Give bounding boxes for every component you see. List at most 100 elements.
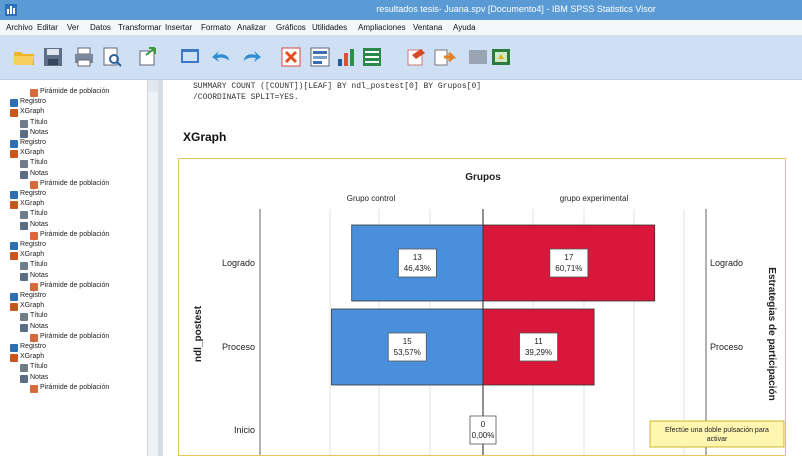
notes-icon — [20, 129, 28, 138]
menu-editar[interactable]: Editar — [37, 23, 58, 32]
notes-icon — [20, 272, 28, 281]
panel-label-experimental: grupo experimental — [560, 194, 629, 203]
open-icon[interactable] — [12, 45, 36, 69]
log-icon — [10, 344, 18, 352]
category-label-right: Logrado — [710, 258, 743, 268]
tree-item-label: Notas — [30, 322, 49, 330]
chart-icon — [30, 333, 38, 342]
data-label-count: 13 — [413, 253, 422, 262]
panel-label-control: Grupo control — [347, 194, 396, 203]
output-heading: XGraph — [183, 130, 227, 144]
log-icon — [10, 191, 18, 199]
menu-ventana[interactable]: Ventana — [413, 23, 442, 32]
tree-item-label: Notas — [30, 220, 49, 228]
notes-icon — [20, 323, 28, 332]
data-label-count: 0 — [481, 420, 486, 429]
tree-item-label: Título — [30, 363, 48, 371]
goto-data-icon[interactable] — [279, 45, 303, 69]
chart-icon — [30, 282, 38, 291]
tree-item-label: XGraph — [20, 200, 45, 208]
tree-item-label: XGraph — [20, 149, 45, 157]
promote-icon[interactable] — [466, 45, 490, 69]
recall-dialog-icon[interactable] — [178, 45, 202, 69]
tree-item-label: Registro — [20, 139, 47, 146]
goto-case-icon[interactable] — [308, 45, 332, 69]
graph-node-icon — [10, 109, 18, 118]
title-icon — [20, 119, 28, 128]
undo-icon[interactable] — [209, 45, 233, 69]
menu-ver[interactable]: Ver — [67, 23, 79, 32]
data-label-count: 11 — [534, 337, 543, 346]
save-icon[interactable] — [41, 45, 65, 69]
menu-ampliaciones[interactable]: Ampliaciones — [358, 23, 406, 32]
data-label-percent: 60,71% — [555, 264, 582, 273]
tree-item-label: Pirámide de población — [40, 383, 110, 391]
log-icon — [10, 140, 18, 148]
redo-icon[interactable] — [240, 45, 264, 69]
data-label-percent: 0,00% — [472, 431, 495, 440]
insert-output-icon[interactable] — [404, 45, 428, 69]
outline-pane: Pirámide de población Registro XGraph Títul… — [0, 80, 158, 456]
tree-item-label: Pirámide de población — [40, 179, 110, 187]
title-icon — [20, 211, 28, 220]
variables-icon[interactable] — [334, 45, 358, 69]
title-bar: resultados tesis- Juana.spv [Documento4]… — [0, 0, 802, 20]
data-label-percent: 53,57% — [394, 348, 421, 357]
menu-transformar[interactable]: Transformar — [118, 23, 161, 32]
y2-axis-title: Estrategias de participación — [766, 267, 777, 400]
notes-icon — [20, 221, 28, 230]
tree-item-label: Título — [30, 159, 48, 167]
data-label-count: 15 — [403, 337, 412, 346]
category-label-right: Proceso — [710, 342, 743, 352]
syntax-line: SUMMARY COUNT ([COUNT])[LEAF] BY ndl_pos… — [193, 82, 482, 91]
title-icon — [20, 313, 28, 322]
graph-node-icon — [10, 303, 18, 312]
designate-window-icon[interactable] — [489, 45, 513, 69]
menu-bar: Archivo Editar Ver Datos Transformar Ins… — [0, 20, 802, 36]
title-icon — [20, 160, 28, 169]
show-hide-icon[interactable] — [432, 45, 456, 69]
menu-formato[interactable]: Formato — [201, 23, 231, 32]
syntax-block: SUMMARY COUNT ([COUNT])[LEAF] BY ndl_pos… — [193, 81, 481, 103]
chart-container[interactable]: Grupos Grupo control grupo experimental ndl… — [178, 158, 786, 456]
tree-item-label: Título — [30, 118, 48, 126]
chart-icon — [30, 180, 38, 189]
outline-scrollbar[interactable] — [147, 80, 158, 456]
scroll-up-arrow[interactable] — [148, 80, 158, 92]
menu-graficos[interactable]: Gráficos — [276, 23, 306, 32]
chart-icon — [30, 89, 38, 97]
tree-item-label: XGraph — [20, 251, 45, 259]
tree-item-label: XGraph — [20, 108, 45, 116]
print-icon[interactable] — [72, 45, 96, 69]
data-label-count: 17 — [564, 253, 573, 262]
tree-item-label: XGraph — [20, 302, 45, 310]
tree-item-label: Registro — [20, 343, 47, 350]
menu-utilidades[interactable]: Utilidades — [312, 23, 347, 32]
y-axis-title: ndl_postest — [193, 305, 204, 362]
export-icon[interactable] — [136, 45, 160, 69]
category-label-left: Inicio — [234, 425, 255, 435]
log-icon — [10, 293, 18, 301]
notes-icon — [20, 170, 28, 179]
graph-node-icon — [10, 252, 18, 261]
category-label-left: Proceso — [222, 342, 255, 352]
toolbar — [0, 36, 802, 80]
tree-item-label: Notas — [30, 128, 49, 136]
tree-item-label: Notas — [30, 169, 49, 177]
log-icon — [10, 242, 18, 250]
tree-item-label: Registro — [20, 190, 47, 197]
title-icon — [20, 364, 28, 373]
menu-datos[interactable]: Datos — [90, 23, 111, 32]
menu-insertar[interactable]: Insertar — [165, 23, 192, 32]
tree-item-label: XGraph — [20, 353, 45, 361]
tree-item-label: Título — [30, 312, 48, 320]
tree-item-label: Pirámide de población — [40, 88, 110, 95]
data-label-percent: 39,29% — [525, 348, 552, 357]
notes-icon — [20, 374, 28, 383]
print-preview-icon[interactable] — [100, 45, 124, 69]
menu-ayuda[interactable]: Ayuda — [453, 23, 476, 32]
syntax-line: /COORDINATE SPLIT=YES. — [193, 93, 299, 102]
select-cases-icon[interactable] — [360, 45, 384, 69]
menu-analizar[interactable]: Analizar — [237, 23, 266, 32]
menu-archivo[interactable]: Archivo — [6, 23, 33, 32]
